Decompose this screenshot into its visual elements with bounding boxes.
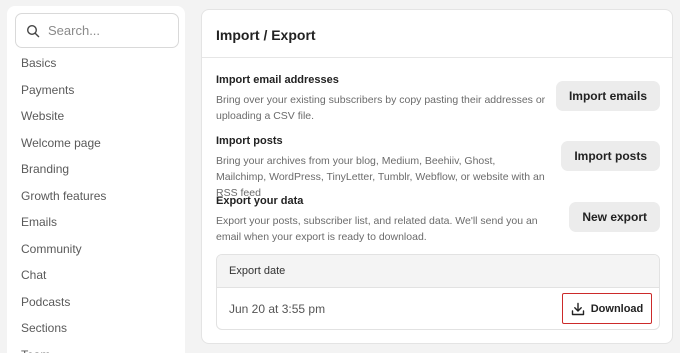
sidebar-item-community[interactable]: Community <box>21 236 106 263</box>
import-posts-section: Import posts Bring your archives from yo… <box>216 135 660 201</box>
sidebar-item-branding[interactable]: Branding <box>21 156 106 183</box>
sidebar-item-sections[interactable]: Sections <box>21 315 106 342</box>
sidebar-item-team[interactable]: Team <box>21 342 106 353</box>
search-icon <box>26 24 40 38</box>
sidebar-item-podcasts[interactable]: Podcasts <box>21 289 106 316</box>
sidebar: Basics Payments Website Welcome page Bra… <box>7 6 185 353</box>
sidebar-item-payments[interactable]: Payments <box>21 77 106 104</box>
sidebar-item-basics[interactable]: Basics <box>21 50 106 77</box>
sidebar-item-website[interactable]: Website <box>21 103 106 130</box>
sidebar-item-welcome-page[interactable]: Welcome page <box>21 130 106 157</box>
export-table: Export date Jun 20 at 3:55 pm Download <box>216 254 660 330</box>
table-row: Jun 20 at 3:55 pm Download <box>217 288 659 329</box>
section-description: Bring your archives from your blog, Medi… <box>216 155 545 199</box>
export-table-header: Export date <box>217 255 659 288</box>
new-export-button[interactable]: New export <box>569 202 660 232</box>
sidebar-item-emails[interactable]: Emails <box>21 209 106 236</box>
sidebar-item-growth-features[interactable]: Growth features <box>21 183 106 210</box>
page-title: Import / Export <box>216 27 316 43</box>
settings-nav: Basics Payments Website Welcome page Bra… <box>21 50 106 353</box>
sidebar-item-chat[interactable]: Chat <box>21 262 106 289</box>
import-emails-button[interactable]: Import emails <box>555 81 660 111</box>
download-button[interactable]: Download <box>562 293 652 324</box>
search-box[interactable] <box>15 13 179 48</box>
section-description: Export your posts, subscriber list, and … <box>216 215 538 243</box>
download-icon <box>571 302 585 316</box>
import-emails-section: Import email addresses Bring over your e… <box>216 74 660 124</box>
export-date-value: Jun 20 at 3:55 pm <box>229 302 326 316</box>
section-description: Bring over your existing subscribers by … <box>216 94 546 122</box>
import-posts-button[interactable]: Import posts <box>561 141 660 171</box>
export-data-section: Export your data Export your posts, subs… <box>216 195 660 245</box>
search-input[interactable] <box>48 23 168 38</box>
column-header-export-date: Export date <box>229 265 286 277</box>
download-label: Download <box>590 302 644 315</box>
import-export-panel: Import / Export Import email addresses B… <box>201 9 673 344</box>
title-divider <box>202 57 672 58</box>
